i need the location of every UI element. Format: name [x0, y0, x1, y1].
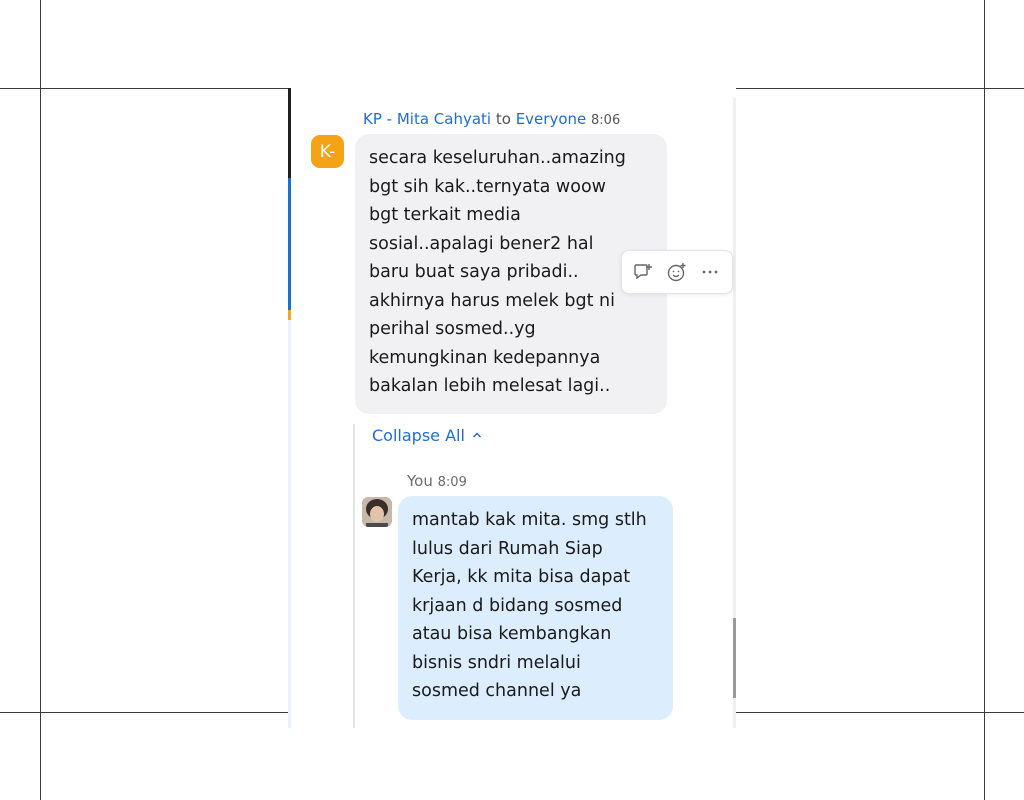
add-reaction-icon[interactable] — [664, 259, 690, 285]
avatar[interactable]: K- — [311, 135, 344, 168]
grid-line-right — [984, 0, 985, 800]
reply-header: You 8:09 — [407, 472, 467, 490]
chat-panel: KP - Mita Cahyati to Everyone 8:06 K- se… — [288, 88, 736, 728]
recipient-name[interactable]: Everyone — [516, 110, 587, 128]
avatar[interactable] — [362, 497, 392, 527]
sender-name[interactable]: KP - Mita Cahyati — [363, 110, 491, 128]
panel-edge-light — [288, 320, 291, 728]
thread-line — [353, 424, 355, 728]
grid-line-left — [40, 0, 41, 800]
reply-time: 8:09 — [437, 475, 467, 490]
scrollbar-thumb[interactable] — [733, 618, 736, 698]
message-actions-toolbar — [621, 250, 733, 294]
more-options-icon[interactable] — [697, 259, 723, 285]
reply-sender: You — [407, 472, 433, 490]
to-label: to — [495, 110, 511, 128]
reply-thread-icon[interactable] — [631, 259, 657, 285]
message-header: KP - Mita Cahyati to Everyone 8:06 — [363, 110, 620, 128]
avatar-initial: K- — [319, 141, 336, 162]
panel-edge — [288, 88, 291, 178]
message-time: 8:06 — [591, 113, 621, 128]
reply-bubble: mantab kak mita. smg stlh lulus dari Rum… — [398, 496, 673, 720]
chevron-up-icon — [471, 426, 483, 445]
panel-edge-marker — [288, 310, 291, 320]
collapse-all-label: Collapse All — [372, 426, 465, 445]
collapse-all-button[interactable]: Collapse All — [372, 426, 483, 445]
